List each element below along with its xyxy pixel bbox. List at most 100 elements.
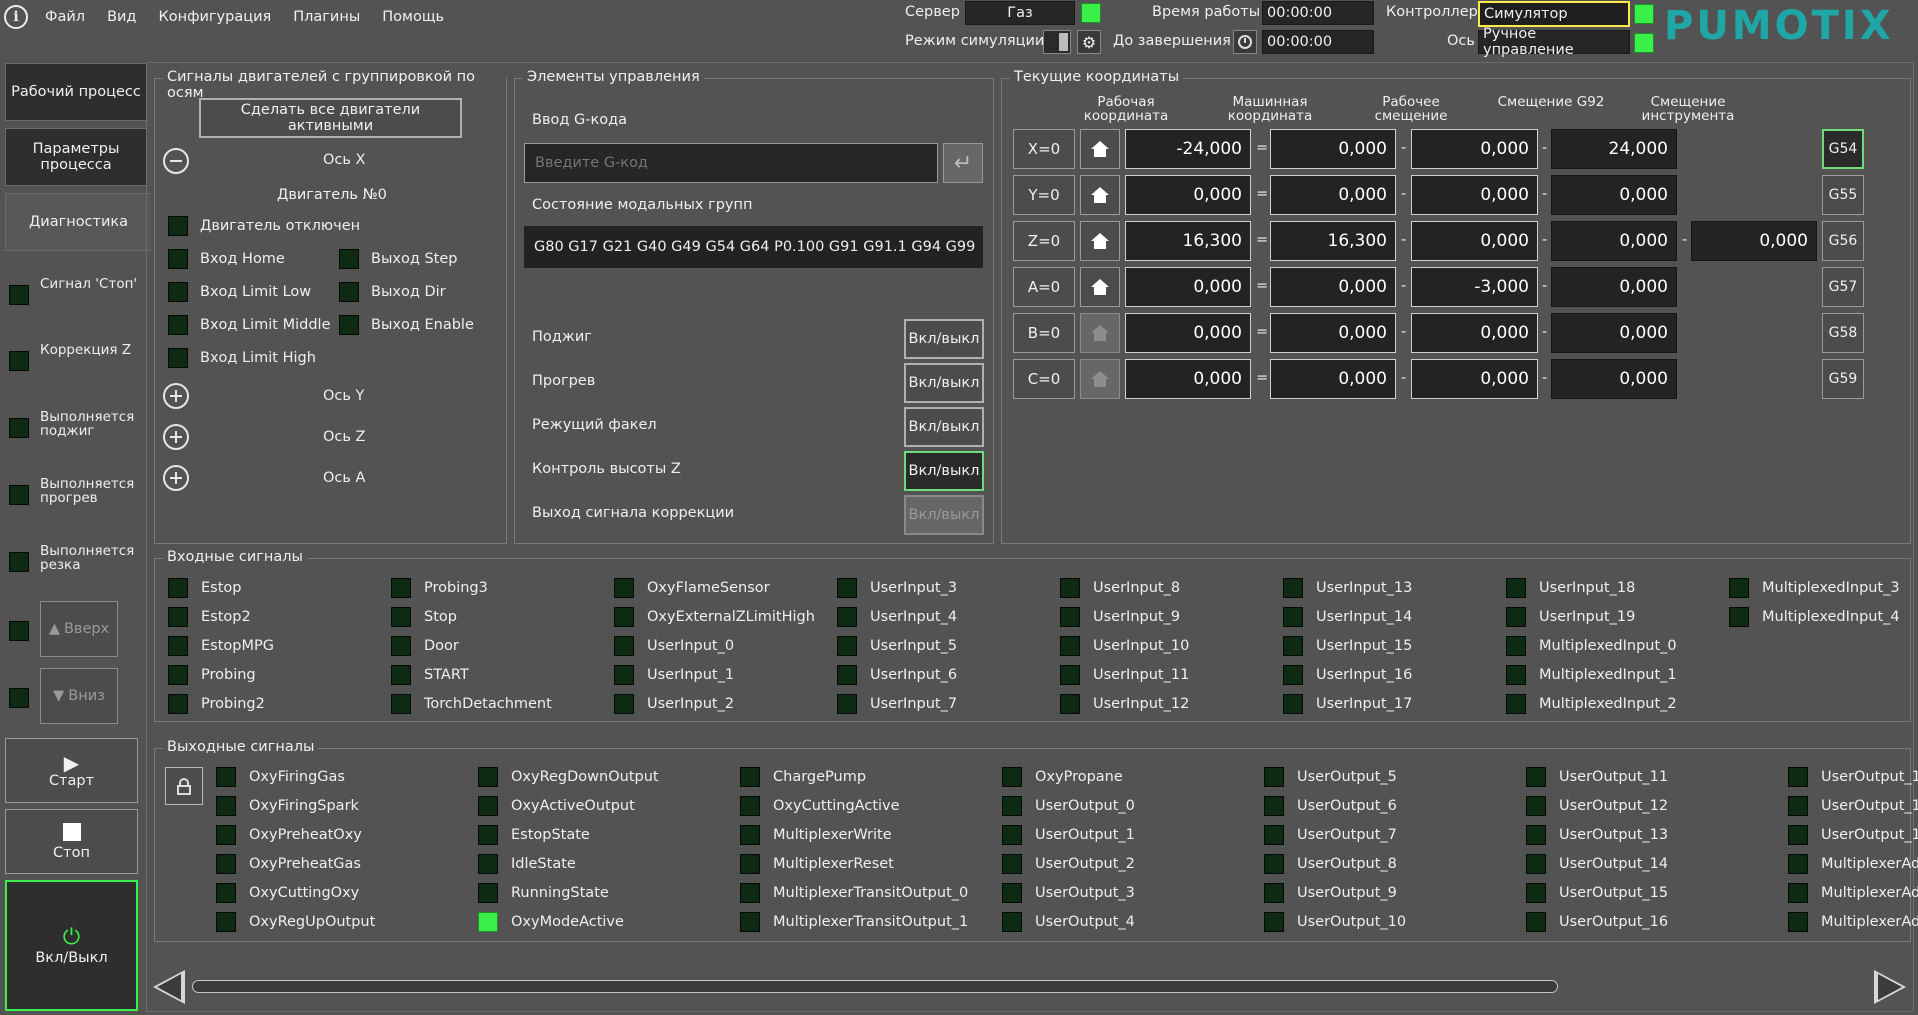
input-signal-row: UserInput_10 bbox=[1060, 635, 1189, 657]
output-signal-row: UserOutput_9 bbox=[1264, 882, 1397, 904]
toggle-button-2[interactable]: Вкл/выкл bbox=[904, 407, 984, 447]
info-icon[interactable]: i bbox=[4, 5, 28, 29]
output-signal-led bbox=[216, 883, 236, 903]
work-offset-4[interactable]: 0,000 bbox=[1411, 313, 1538, 353]
home-button-2[interactable] bbox=[1080, 221, 1120, 261]
power-button[interactable]: ⏻ Вкл/Выкл bbox=[5, 880, 138, 1011]
expand-a-icon[interactable] bbox=[163, 465, 189, 491]
axis-zero-button-3[interactable]: A=0 bbox=[1013, 267, 1075, 307]
machine-coord-2[interactable]: 16,300 bbox=[1270, 221, 1396, 261]
menu-item-3[interactable]: Плагины bbox=[293, 9, 360, 25]
output-signal-led bbox=[216, 767, 236, 787]
sidebar-indicator-label-0: Сигнал 'Стоп' bbox=[40, 276, 138, 292]
start-button[interactable]: ▶ Старт bbox=[5, 738, 138, 803]
work-coord-2[interactable]: 16,300 bbox=[1125, 221, 1251, 261]
toggle-button-0[interactable]: Вкл/выкл bbox=[904, 319, 984, 359]
work-offset-5[interactable]: 0,000 bbox=[1411, 359, 1538, 399]
menu-item-0[interactable]: Файл bbox=[45, 9, 85, 25]
make-all-active-button[interactable]: Сделать все двигатели активными bbox=[199, 98, 462, 138]
input-signal-led bbox=[837, 607, 857, 627]
toggle-label-0: Поджиг bbox=[532, 329, 592, 345]
output-signal-led bbox=[740, 912, 760, 932]
g-offset-button-4[interactable]: G58 bbox=[1822, 313, 1864, 353]
menu-item-1[interactable]: Вид bbox=[107, 9, 136, 25]
g-offset-button-0[interactable]: G54 bbox=[1822, 129, 1864, 169]
work-coord-4[interactable]: 0,000 bbox=[1125, 313, 1251, 353]
home-button-0[interactable] bbox=[1080, 129, 1120, 169]
output-signal-led bbox=[1526, 912, 1546, 932]
horizontal-scrollbar-thumb[interactable] bbox=[192, 980, 1558, 993]
axis-zero-button-0[interactable]: X=0 bbox=[1013, 129, 1075, 169]
input-signal-row: UserInput_17 bbox=[1283, 693, 1412, 715]
g-offset-button-5[interactable]: G59 bbox=[1822, 359, 1864, 399]
up-button[interactable]: ▲ Вверх bbox=[40, 601, 118, 657]
coords-header-2: Рабочее смещение bbox=[1374, 94, 1448, 124]
output-signal-row: OxyFiringSpark bbox=[216, 795, 359, 817]
home-button-4[interactable] bbox=[1080, 313, 1120, 353]
input-signal-led bbox=[391, 578, 411, 598]
axis-zero-button-2[interactable]: Z=0 bbox=[1013, 221, 1075, 261]
gear-icon[interactable]: ⚙ bbox=[1077, 30, 1101, 54]
axis-z-label: Ось Z bbox=[323, 429, 366, 445]
machine-coord-1[interactable]: 0,000 bbox=[1270, 175, 1396, 215]
work-coord-1[interactable]: 0,000 bbox=[1125, 175, 1251, 215]
sim-mode-toggle[interactable] bbox=[1043, 30, 1071, 54]
axis-zero-button-5[interactable]: C=0 bbox=[1013, 359, 1075, 399]
work-offset-2[interactable]: 0,000 bbox=[1411, 221, 1538, 261]
home-button-3[interactable] bbox=[1080, 267, 1120, 307]
output-signal-row: UserOutput_1 bbox=[1788, 824, 1918, 846]
input-signal-led bbox=[837, 665, 857, 685]
input-signal-led bbox=[168, 665, 188, 685]
expand-y-icon[interactable] bbox=[163, 383, 189, 409]
tab-workflow[interactable]: Рабочий процесс bbox=[5, 63, 147, 121]
toggle-button-1[interactable]: Вкл/выкл bbox=[904, 363, 984, 403]
output-signal-led bbox=[478, 825, 498, 845]
toggle-button-4[interactable]: Вкл/выкл bbox=[904, 495, 984, 535]
input-signal-row: UserInput_2 bbox=[614, 693, 734, 715]
axis-zero-button-1[interactable]: Y=0 bbox=[1013, 175, 1075, 215]
output-signal-row: MultiplexerAd bbox=[1788, 882, 1918, 904]
minus-sign: - bbox=[1401, 140, 1407, 156]
output-signal-row: UserOutput_5 bbox=[1264, 766, 1397, 788]
motor-title: Двигатель №0 bbox=[277, 187, 387, 203]
input-signal-led bbox=[837, 694, 857, 714]
tab-diagnostics[interactable]: Диагностика bbox=[5, 193, 151, 251]
machine-coord-0[interactable]: 0,000 bbox=[1270, 129, 1396, 169]
input-signal-row: MultiplexedInput_4 bbox=[1729, 606, 1900, 628]
gcode-submit-button[interactable]: ↵ bbox=[943, 143, 983, 183]
home-button-1[interactable] bbox=[1080, 175, 1120, 215]
gcode-input[interactable] bbox=[524, 143, 938, 183]
expand-z-icon[interactable] bbox=[163, 424, 189, 450]
work-coord-5[interactable]: 0,000 bbox=[1125, 359, 1251, 399]
eq-sign: = bbox=[1256, 324, 1269, 340]
machine-coord-3[interactable]: 0,000 bbox=[1270, 267, 1396, 307]
menu-item-2[interactable]: Конфигурация bbox=[158, 9, 271, 25]
home-button-5[interactable] bbox=[1080, 359, 1120, 399]
g-offset-button-2[interactable]: G56 bbox=[1822, 221, 1864, 261]
menu-item-4[interactable]: Помощь bbox=[382, 9, 444, 25]
output-signal-led bbox=[1002, 825, 1022, 845]
stop-button[interactable]: Стоп bbox=[5, 809, 138, 874]
input-signal-led bbox=[1060, 636, 1080, 656]
down-button[interactable]: ▼ Вниз bbox=[40, 668, 118, 724]
axis-zero-button-4[interactable]: B=0 bbox=[1013, 313, 1075, 353]
machine-coord-4[interactable]: 0,000 bbox=[1270, 313, 1396, 353]
work-offset-1[interactable]: 0,000 bbox=[1411, 175, 1538, 215]
coords-header-1: Машинная координата bbox=[1227, 94, 1313, 124]
g-offset-button-1[interactable]: G55 bbox=[1822, 175, 1864, 215]
input-signal-row: UserInput_15 bbox=[1283, 635, 1412, 657]
collapse-x-icon[interactable] bbox=[163, 148, 189, 174]
tab-process-params[interactable]: Параметры процесса bbox=[5, 128, 147, 186]
lock-button[interactable] bbox=[165, 767, 203, 805]
work-offset-3[interactable]: -3,000 bbox=[1411, 267, 1538, 307]
output-signal-led bbox=[478, 912, 498, 932]
work-coord-3[interactable]: 0,000 bbox=[1125, 267, 1251, 307]
work-offset-0[interactable]: 0,000 bbox=[1411, 129, 1538, 169]
enter-icon: ↵ bbox=[953, 150, 973, 176]
machine-coord-5[interactable]: 0,000 bbox=[1270, 359, 1396, 399]
toggle-button-3[interactable]: Вкл/выкл bbox=[904, 451, 984, 491]
g-offset-button-3[interactable]: G57 bbox=[1822, 267, 1864, 307]
controller-value[interactable]: Симулятор bbox=[1478, 1, 1630, 27]
input-signal-row: UserInput_14 bbox=[1283, 606, 1412, 628]
work-coord-0[interactable]: -24,000 bbox=[1125, 129, 1251, 169]
